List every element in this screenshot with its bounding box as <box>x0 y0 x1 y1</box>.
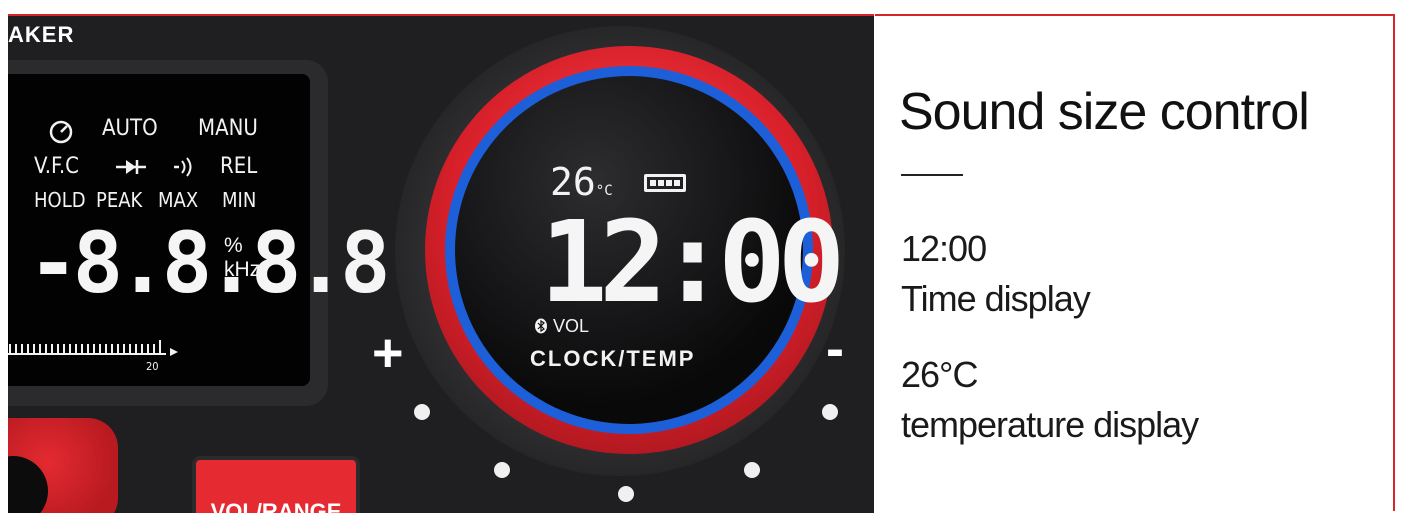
temperature-caption: temperature display <box>901 404 1199 445</box>
temperature-info-value: 26°C <box>901 354 978 395</box>
lcd-peak: PEAK <box>96 188 143 212</box>
dial-dot <box>822 404 838 420</box>
title-divider <box>901 174 963 176</box>
time-value: 12:00 <box>901 228 987 269</box>
time-caption: Time display <box>901 278 1091 319</box>
dial-dot <box>744 462 760 478</box>
lcd-hold: HOLD <box>34 188 86 212</box>
lcd-manu: MANU <box>198 116 258 141</box>
temperature-unit: °C <box>595 183 613 199</box>
lcd-rel: REL <box>220 154 258 179</box>
lcd-max: MAX <box>158 188 199 212</box>
dial-dot <box>414 404 430 420</box>
vol-range-button[interactable]: VOL/RANGE <box>192 456 360 513</box>
lcd-auto: AUTO <box>102 116 158 141</box>
temperature-info: 26°C temperature display <box>901 350 1199 450</box>
minus-sign[interactable]: - <box>826 318 844 380</box>
continuity-beep-icon <box>174 157 192 177</box>
dial-time: 12:00 <box>540 198 845 328</box>
battery-icon <box>644 174 686 192</box>
clock-temp-label: CLOCK/TEMP <box>530 346 696 371</box>
lcd-min: MIN <box>222 188 257 212</box>
lcd-unit-percent: % <box>224 234 243 257</box>
diode-icon <box>116 160 146 174</box>
dial-vol-row: VOL <box>534 316 589 337</box>
time-info: 12:00 Time display <box>901 224 1091 324</box>
lcd-units: % kHz <box>224 234 260 282</box>
brand-text: AKER <box>8 22 75 47</box>
dial-dot <box>618 486 634 502</box>
bargraph-scale <box>8 340 178 356</box>
timer-icon <box>49 120 73 144</box>
lcd-unit-khz: kHz <box>224 258 261 281</box>
lcd-vfc: V.F.C <box>34 154 79 179</box>
product-feature-image: AKER AUTO MANU V.F.C REL HOLD PEAK MAX M… <box>0 0 1401 513</box>
plus-sign[interactable]: + <box>372 322 404 384</box>
vol-label: VOL <box>553 316 590 336</box>
scale-label: 20 <box>146 360 159 373</box>
lcd-screen: AUTO MANU V.F.C REL HOLD PEAK MAX MIN -8… <box>8 74 391 386</box>
dial-dot <box>494 462 510 478</box>
bluetooth-icon <box>535 318 547 334</box>
lcd-digits: -8.8.8.8 <box>28 214 391 312</box>
info-panel: Sound size control 12:00 Time display 26… <box>875 14 1395 511</box>
panel-title: Sound size control <box>899 83 1310 141</box>
